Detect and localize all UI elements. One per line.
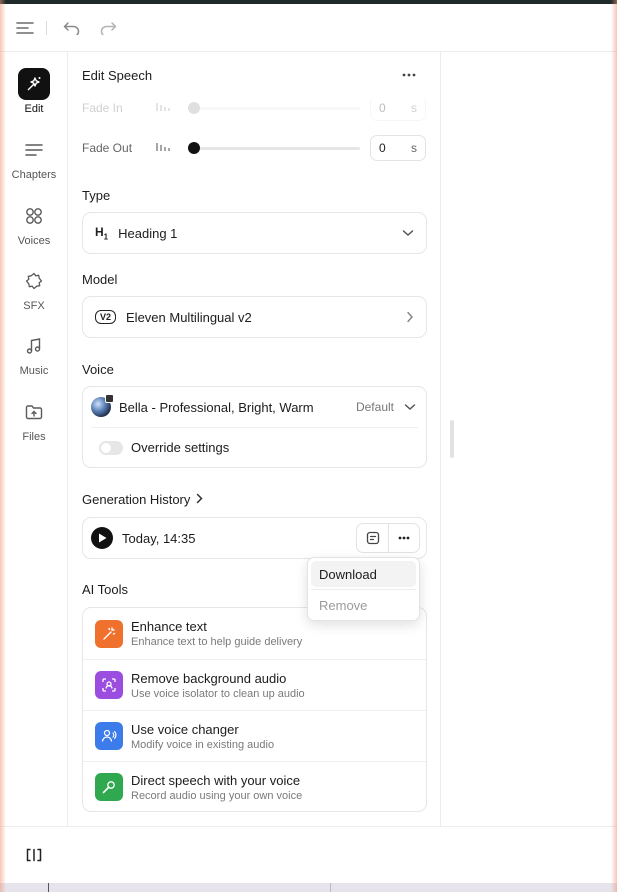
- chapters-icon: [18, 134, 50, 166]
- voice-box: Bella - Professional, Bright, Warm Defau…: [82, 386, 427, 468]
- ai-tool-remove-background-audio[interactable]: Remove background audio Use voice isolat…: [83, 659, 426, 710]
- nav-label: Voices: [17, 235, 51, 247]
- ai-tools-label: AI Tools: [82, 582, 129, 597]
- panel-header: Edit Speech: [68, 52, 440, 98]
- model-value: Eleven Multilingual v2: [126, 309, 252, 325]
- generation-actions: [356, 523, 420, 553]
- tool-description: Use voice isolator to clean up audio: [131, 687, 305, 700]
- voice-isolator-icon: [95, 671, 123, 699]
- voice-default-tag: Default: [355, 400, 394, 414]
- window-bottom-strip: [0, 883, 617, 892]
- bars-icon: [156, 101, 178, 115]
- model-select[interactable]: V2 Eleven Multilingual v2: [82, 296, 427, 338]
- left-navigation: Edit Chapters Voices SFX Music Files: [0, 52, 68, 826]
- chevron-right-icon: [406, 311, 414, 323]
- nav-label: Chapters: [11, 169, 57, 181]
- voice-changer-icon: [95, 722, 123, 750]
- panel-title: Edit Speech: [82, 67, 153, 83]
- menu-item-remove[interactable]: Remove: [311, 592, 416, 618]
- nav-item-voices[interactable]: Voices: [0, 200, 68, 247]
- fade-in-label: Fade In: [82, 101, 123, 115]
- bars-icon: [156, 141, 178, 155]
- nav-item-edit[interactable]: Edit: [0, 68, 68, 115]
- tool-name: Direct speech with your voice: [131, 772, 301, 788]
- fade-out-value: 0: [379, 141, 386, 155]
- chevron-down-icon: [404, 403, 416, 411]
- voice-select[interactable]: Bella - Professional, Bright, Warm Defau…: [83, 387, 426, 427]
- play-button[interactable]: [91, 527, 113, 549]
- tool-description: Modify voice in existing audio: [131, 738, 275, 751]
- ai-tool-voice-changer[interactable]: Use voice changer Modify voice in existi…: [83, 710, 426, 761]
- bottom-bar: [0, 826, 617, 883]
- ai-tools-list: Enhance text Enhance text to help guide …: [82, 607, 427, 812]
- menu-item-download[interactable]: Download: [311, 561, 416, 587]
- voices-icon: [18, 200, 50, 232]
- tool-description: Enhance text to help guide delivery: [131, 636, 303, 648]
- chevron-right-icon: [196, 492, 203, 507]
- redo-icon[interactable]: [97, 17, 119, 39]
- nav-label: SFX: [23, 300, 45, 312]
- music-note-icon: [18, 330, 50, 362]
- panel-resize-handle[interactable]: [450, 420, 454, 458]
- nav-label: Edit: [24, 103, 44, 115]
- generation-history-label: Generation History: [82, 492, 191, 507]
- fade-in-value-field[interactable]: 0 s: [370, 95, 426, 121]
- expand-panel-icon[interactable]: [24, 845, 44, 865]
- voice-label: Voice: [82, 362, 114, 377]
- nav-label: Files: [22, 431, 46, 443]
- edge-glow-right: [611, 0, 617, 892]
- fade-out-value-field[interactable]: 0 s: [370, 135, 426, 161]
- voice-name: Bella - Professional, Bright, Warm: [119, 399, 314, 415]
- nav-item-sfx[interactable]: SFX: [0, 265, 68, 312]
- fade-in-value: 0: [379, 101, 386, 115]
- edit-sparkle-icon: [18, 68, 50, 100]
- type-label: Type: [82, 188, 111, 203]
- tool-name: Enhance text: [131, 619, 207, 634]
- heading-icon: H1: [95, 224, 109, 242]
- type-select[interactable]: H1 Heading 1: [82, 212, 427, 254]
- fade-out-unit: s: [411, 141, 417, 155]
- model-version-badge: V2: [95, 310, 117, 324]
- tool-description: Record audio using your own voice: [131, 789, 303, 802]
- fade-in-slider-thumb[interactable]: [188, 101, 200, 114]
- voice-avatar: [91, 394, 114, 417]
- files-icon: [18, 396, 50, 428]
- microphone-icon: [95, 773, 123, 801]
- type-value: Heading 1: [118, 225, 178, 241]
- generation-context-menu: Download Remove: [307, 557, 420, 621]
- nav-label: Music: [19, 365, 49, 377]
- generation-item: Today, 14:35: [82, 517, 427, 559]
- override-settings-row[interactable]: Override settings: [91, 427, 418, 467]
- tool-name: Use voice changer: [131, 721, 239, 737]
- edit-speech-panel: Edit Speech Fade In 0 s Fade Out 0 s Typ…: [68, 52, 441, 826]
- sidebar-toggle-icon[interactable]: [14, 17, 36, 39]
- undo-icon[interactable]: [61, 17, 83, 39]
- menu-divider: [311, 589, 416, 590]
- transcript-button[interactable]: [357, 524, 388, 552]
- magic-wand-icon: [95, 619, 123, 648]
- fade-in-slider[interactable]: [188, 101, 360, 114]
- tool-name: Remove background audio: [131, 670, 287, 686]
- fade-out-slider-thumb[interactable]: [188, 141, 200, 154]
- generation-time: Today, 14:35: [122, 530, 196, 546]
- fade-out-label: Fade Out: [82, 141, 133, 155]
- sfx-icon: [18, 265, 50, 297]
- generation-history-link[interactable]: Generation History: [82, 492, 203, 507]
- fade-out-row: Fade Out 0 s: [82, 135, 427, 161]
- ai-tool-direct-speech[interactable]: Direct speech with your voice Record aud…: [83, 761, 426, 812]
- toolbar-divider: [46, 20, 47, 35]
- top-toolbar: [0, 4, 617, 52]
- nav-item-files[interactable]: Files: [0, 396, 68, 443]
- fade-in-row: Fade In 0 s: [82, 95, 427, 121]
- nav-item-music[interactable]: Music: [0, 330, 68, 377]
- override-settings-label: Override settings: [131, 440, 230, 455]
- fade-in-unit: s: [411, 101, 417, 115]
- model-label: Model: [82, 272, 118, 287]
- panel-more-button[interactable]: [399, 65, 419, 85]
- nav-item-chapters[interactable]: Chapters: [0, 134, 68, 181]
- generation-more-button[interactable]: [388, 524, 419, 552]
- fade-out-slider[interactable]: [188, 141, 360, 154]
- chevron-down-icon: [402, 229, 414, 237]
- override-settings-toggle[interactable]: [99, 440, 123, 455]
